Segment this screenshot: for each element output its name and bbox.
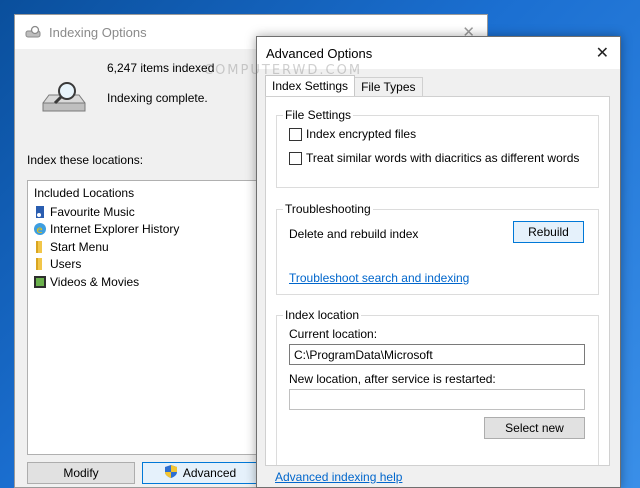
group-title: Troubleshooting	[283, 202, 373, 216]
folder-icon	[33, 257, 47, 271]
tab-file-types[interactable]: File Types	[354, 77, 423, 96]
checkbox-label: Treat similar words with diacritics as d…	[306, 151, 580, 165]
uac-shield-icon	[164, 464, 178, 482]
advanced-options-title: Advanced Options	[266, 45, 373, 61]
video-folder-icon	[33, 275, 47, 289]
location-label: Favourite Music	[50, 204, 135, 219]
location-label: Users	[50, 257, 82, 272]
current-location-label: Current location:	[289, 327, 378, 341]
indexing-status-icon	[41, 81, 87, 120]
list-item[interactable]: Videos & Movies	[28, 273, 266, 291]
indexing-options-title: Indexing Options	[49, 24, 147, 40]
advanced-button-label: Advanced	[182, 466, 237, 480]
file-settings-group: File Settings Index encrypted files Trea…	[276, 108, 599, 188]
delete-rebuild-text: Delete and rebuild index	[289, 227, 419, 241]
advanced-button[interactable]: Advanced	[142, 462, 258, 484]
locations-label: Index these locations:	[27, 153, 144, 167]
group-title: Index location	[283, 308, 362, 322]
folder-icon	[33, 240, 47, 254]
diacritics-checkbox[interactable]: Treat similar words with diacritics as d…	[289, 151, 579, 165]
modify-button[interactable]: Modify	[27, 462, 135, 484]
close-icon[interactable]: ✕	[596, 43, 609, 63]
new-location-field[interactable]	[289, 389, 585, 410]
select-new-button[interactable]: Select new	[484, 417, 585, 439]
index-encrypted-checkbox[interactable]: Index encrypted files	[289, 127, 416, 141]
ie-icon: e	[33, 222, 47, 236]
troubleshoot-link[interactable]: Troubleshoot search and indexing	[289, 271, 469, 285]
index-location-group: Index location Current location: C:\Prog…	[276, 308, 599, 465]
list-item[interactable]: Users	[28, 256, 266, 274]
group-title: File Settings	[283, 108, 354, 122]
advanced-indexing-help-link[interactable]: Advanced indexing help	[275, 470, 402, 484]
location-label: Videos & Movies	[50, 274, 140, 289]
advanced-options-window: Advanced Options ✕ Index Settings File T…	[256, 36, 621, 488]
list-header: Included Locations	[34, 186, 135, 200]
new-location-label: New location, after service is restarted…	[289, 372, 496, 386]
locations-list[interactable]: Included Locations Favourite Music e Int…	[27, 180, 267, 455]
tab-strip: Index Settings File Types	[265, 75, 423, 97]
index-settings-panel: File Settings Index encrypted files Trea…	[265, 96, 610, 466]
list-item[interactable]: Start Menu	[28, 238, 266, 256]
list-item[interactable]: Favourite Music	[28, 203, 266, 221]
indexing-status: Indexing complete.	[107, 91, 208, 105]
checkbox-box[interactable]	[289, 127, 302, 141]
svg-text:e: e	[37, 225, 43, 236]
location-label: Internet Explorer History	[50, 222, 180, 237]
items-indexed-count: 6,247 items indexed	[107, 61, 215, 75]
music-folder-icon	[33, 205, 47, 219]
checkbox-box[interactable]	[289, 151, 302, 165]
location-label: Start Menu	[50, 239, 109, 254]
rebuild-button[interactable]: Rebuild	[513, 221, 584, 243]
tab-index-settings[interactable]: Index Settings	[265, 75, 356, 96]
checkbox-label: Index encrypted files	[306, 127, 417, 141]
current-location-field[interactable]: C:\ProgramData\Microsoft	[289, 344, 585, 365]
indexing-app-icon	[25, 25, 43, 39]
troubleshooting-group: Troubleshooting Delete and rebuild index…	[276, 202, 599, 295]
list-item[interactable]: e Internet Explorer History	[28, 221, 266, 239]
